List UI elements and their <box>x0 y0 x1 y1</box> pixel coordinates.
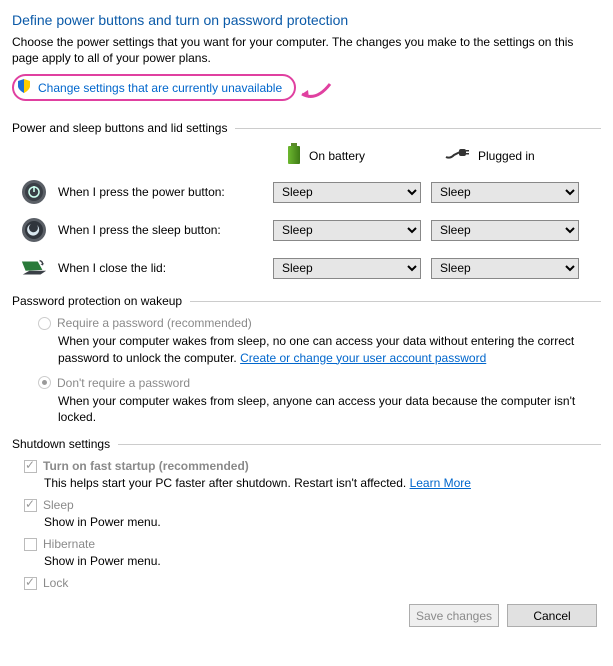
sleep-checkbox-text: Show in Power menu. <box>44 515 601 529</box>
lid-close-label: When I close the lid: <box>58 261 273 275</box>
hibernate-checkbox <box>24 538 37 551</box>
power-button-battery-select[interactable]: Sleep <box>273 182 421 203</box>
lid-close-icon <box>20 254 48 282</box>
save-changes-button: Save changes <box>409 604 499 627</box>
lock-checkbox-label: Lock <box>43 576 68 590</box>
create-password-link[interactable]: Create or change your user account passw… <box>240 351 486 365</box>
section-power-buttons: Power and sleep buttons and lid settings <box>12 121 227 135</box>
change-settings-highlight: Change settings that are currently unava… <box>12 74 296 101</box>
shield-icon <box>16 78 32 97</box>
power-button-icon <box>20 178 48 206</box>
annotation-arrow-icon <box>298 82 332 107</box>
column-plugged-in: Plugged in <box>444 143 601 168</box>
page-description: Choose the power settings that you want … <box>12 34 601 66</box>
no-password-radio <box>38 376 51 389</box>
section-password-protection: Password protection on wakeup <box>12 294 182 308</box>
plug-icon <box>444 147 470 164</box>
battery-icon <box>287 143 301 168</box>
learn-more-link[interactable]: Learn More <box>410 476 471 490</box>
no-password-option: Don't require a password When your compu… <box>38 376 601 425</box>
sleep-checkbox <box>24 499 37 512</box>
hibernate-checkbox-label: Hibernate <box>43 537 95 551</box>
change-settings-link[interactable]: Change settings that are currently unava… <box>38 81 282 95</box>
sleep-checkbox-label: Sleep <box>43 498 74 512</box>
column-on-battery: On battery <box>287 143 444 168</box>
page-title: Define power buttons and turn on passwor… <box>12 12 601 28</box>
lock-checkbox <box>24 577 37 590</box>
section-shutdown-settings: Shutdown settings <box>12 437 110 451</box>
require-password-option: Require a password (recommended) When yo… <box>38 316 601 365</box>
fast-startup-label: Turn on fast startup (recommended) <box>43 459 249 473</box>
cancel-button[interactable]: Cancel <box>507 604 597 627</box>
power-button-label: When I press the power button: <box>58 185 273 199</box>
sleep-button-battery-select[interactable]: Sleep <box>273 220 421 241</box>
hibernate-checkbox-text: Show in Power menu. <box>44 554 601 568</box>
lid-battery-select[interactable]: Sleep <box>273 258 421 279</box>
no-password-text: When your computer wakes from sleep, any… <box>58 393 601 425</box>
require-password-radio <box>38 317 51 330</box>
sleep-button-icon <box>20 216 48 244</box>
fast-startup-text: This helps start your PC faster after sh… <box>44 476 410 490</box>
fast-startup-checkbox <box>24 460 37 473</box>
sleep-button-plugged-select[interactable]: Sleep <box>431 220 579 241</box>
lid-plugged-select[interactable]: Sleep <box>431 258 579 279</box>
power-button-plugged-select[interactable]: Sleep <box>431 182 579 203</box>
sleep-button-label: When I press the sleep button: <box>58 223 273 237</box>
